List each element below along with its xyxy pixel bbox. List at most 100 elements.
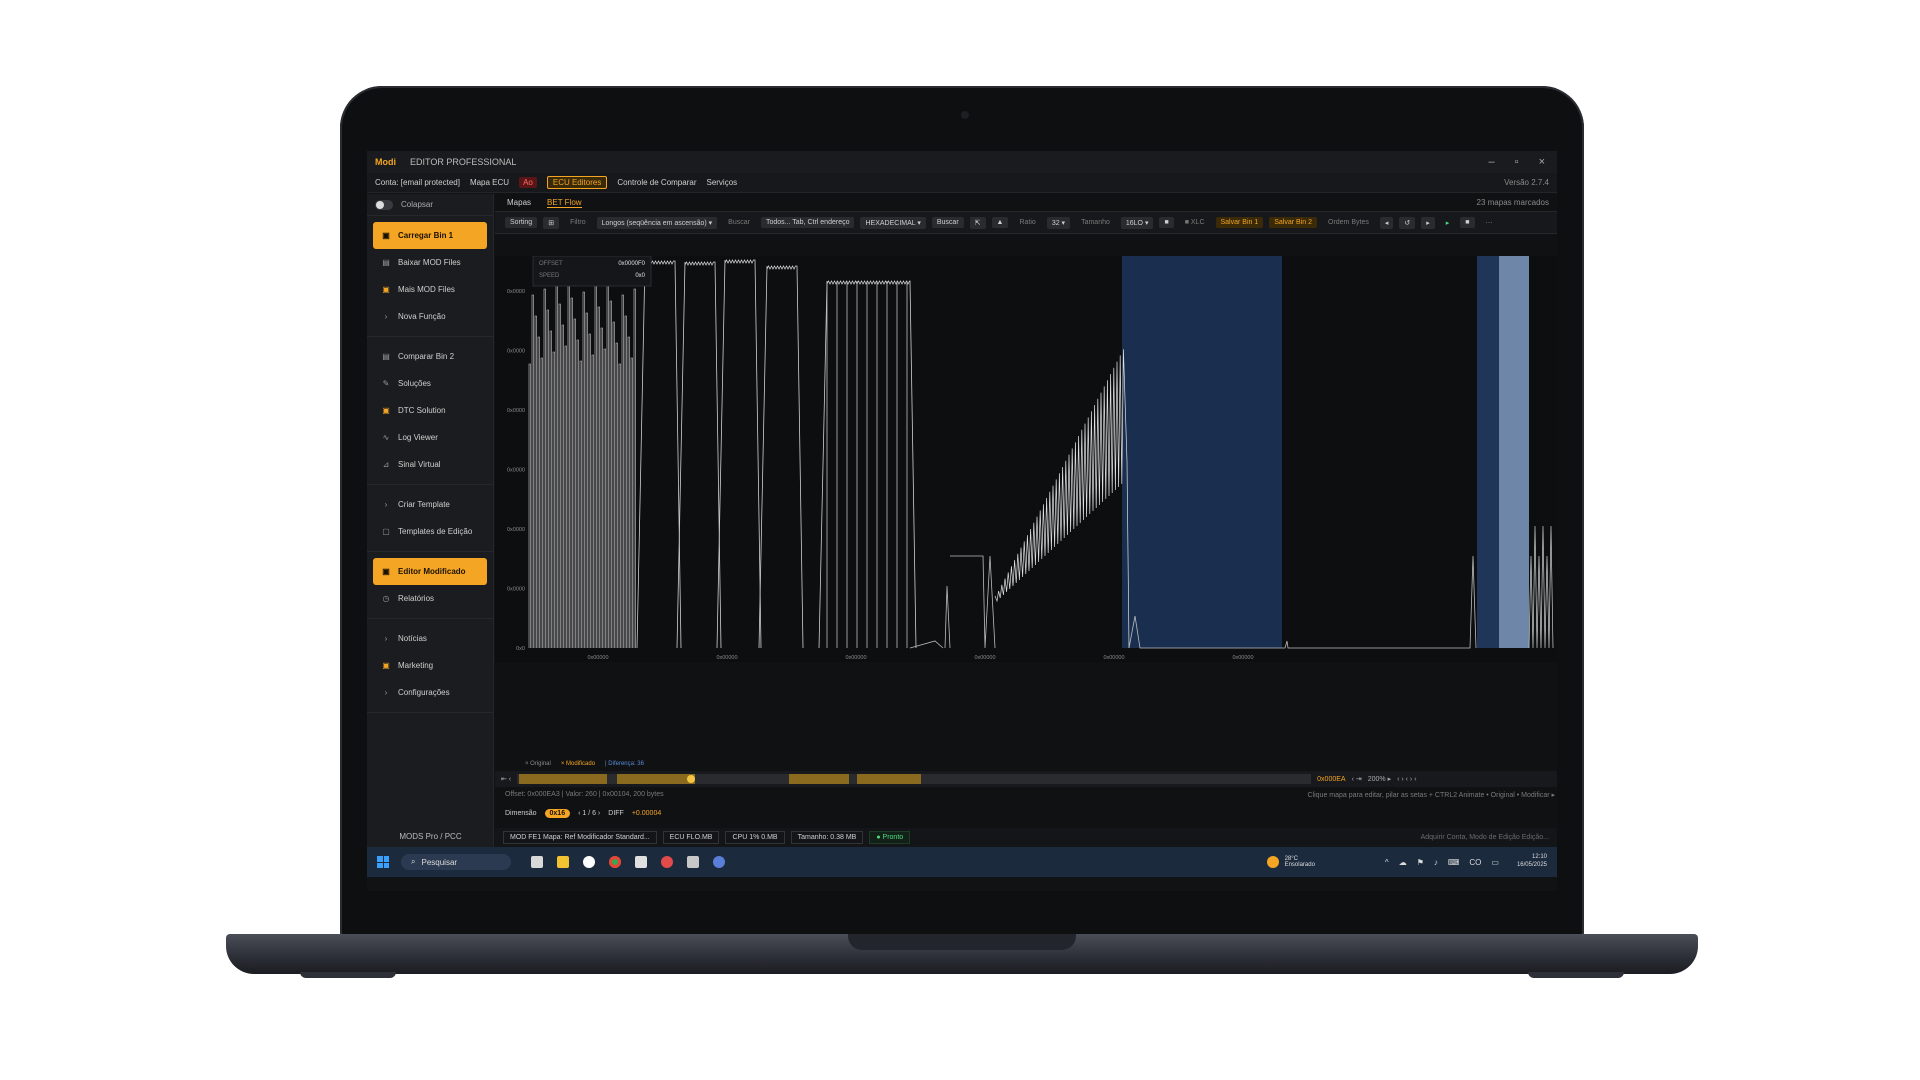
scroll-start-buttons[interactable]: ⇤ ‹ [501,775,511,783]
toolbar-control[interactable]: 16LO ▾ [1120,216,1154,229]
app-icon[interactable] [661,856,673,868]
news-icon: › [384,634,388,643]
menu-item[interactable]: Ao [519,177,537,188]
status-bar: MOD FE1 Mapa: Ref Modificador Standard..… [495,828,1557,847]
scroll-end-buttons[interactable]: ‹ ⇥ [1352,775,1362,783]
tray-icon[interactable]: ♪ [1434,858,1438,867]
compare-icon: ▤ [382,352,390,361]
toolbar-control[interactable]: ▸ [1441,217,1455,229]
clock[interactable]: 12:10 16/05/2025 [1517,854,1547,870]
sidebar-item[interactable]: ▣ Carregar Bin 1 [373,222,487,249]
main-panel: Mapas BET Flow 23 mapas marcados Sorting ⊞ F… [495,194,1557,847]
scroll-track[interactable] [517,774,1312,784]
sidebar: Colapsar ▣ Carregar Bin 1 ▤ Baixar MOD File… [367,194,494,847]
toolbar-control[interactable]: Todos... Tab, Ctrl endereço [760,217,855,228]
sidebar-item-label: Criar Template [398,500,450,509]
toolbar-control[interactable]: ↺ [1399,216,1416,229]
collapse-toggle-row[interactable]: Colapsar [367,194,493,216]
sidebar-item[interactable]: ▣ Editor Modificado [373,558,487,585]
tab[interactable]: BET Flow [547,198,582,208]
taskbar-search[interactable]: ⌕ Pesquisar [401,854,511,870]
sidebar-item[interactable]: › Configurações [373,679,487,706]
chrome-icon[interactable] [609,856,621,868]
menu-item[interactable]: ECU Editores [546,176,608,189]
sidebar-item[interactable]: ◷ Relatórios [373,585,487,612]
weather-widget[interactable]: 28°C Ensolarado [1266,856,1315,868]
timeline-scrollbar[interactable]: ⇤ ‹ 0x000EA ‹ ⇥ 200% ▸ ‹ › ‹ › ‹ [495,771,1557,787]
toolbar-control[interactable]: ⇱ [969,216,986,229]
tray-icon[interactable]: ^ [1385,858,1389,867]
sidebar-item[interactable]: ⊿ Sinal Virtual [373,451,487,478]
toolbar-control[interactable]: ⊞ [543,216,560,229]
browser-icon[interactable] [583,856,595,868]
menu-item[interactable]: Mapa ECU [470,178,509,187]
app-icon[interactable] [635,856,647,868]
minimize-button[interactable]: – [1489,156,1495,168]
start-button[interactable] [377,856,389,868]
sidebar-item[interactable]: › Nova Função [373,303,487,330]
sidebar-item-label: Log Viewer [398,433,438,442]
legend-modified[interactable]: × Modificado [561,761,595,767]
collapse-toggle[interactable] [375,199,393,210]
toolbar-control[interactable]: ◂ [1379,216,1394,229]
tab[interactable]: Mapas [507,198,531,207]
app-icon[interactable] [687,856,699,868]
diff-label: DIFF [608,810,624,817]
waveform-plot[interactable]: OFFSET 0x0000F0 SPEED 0x0 0x0000 0x0000 0x… [495,256,1557,662]
toolbar-control: Ordem Bytes [1328,219,1369,226]
dimension-pager[interactable]: ‹ 1 / 6 › [578,810,600,817]
toolbar-control[interactable]: Buscar [931,217,964,228]
sidebar-item[interactable]: ▣ DTC Solution [373,397,487,424]
toolbar-control[interactable]: ■ [1460,217,1475,228]
search-icon: ⌕ [411,857,416,866]
task-view-icon[interactable] [531,856,543,868]
tray-icon[interactable]: ⌨ [1448,858,1460,867]
dimension-label: Dimensão [505,810,537,817]
offset-info: Offset: 0x000EA3 | Valor: 260 | 0x00104,… [505,791,664,798]
toolbar-control[interactable]: Longos (seqüência em ascensão) ▾ [596,216,718,229]
sidebar-item[interactable]: ▤ Comparar Bin 2 [373,343,487,370]
sidebar-item[interactable]: › Notícias [373,625,487,652]
toolbar-control[interactable]: ▸ [1421,216,1435,229]
toolbar-control[interactable]: ■ [1159,217,1174,228]
tray-icon[interactable]: ▭ [1491,858,1499,867]
dimension-badge[interactable]: 0x16 [544,809,571,818]
menu-item[interactable]: Controle de Comparar [617,178,696,187]
toolbar-control[interactable]: Salvar Bin 2 [1269,217,1317,228]
file-explorer-icon[interactable] [557,856,569,868]
highlight-band [1122,256,1282,648]
sidebar-item[interactable]: › Criar Template [373,491,487,518]
toolbar-control[interactable]: 32 ▾ [1046,216,1071,229]
status-item: Tamanho: 0.38 MB [790,831,864,844]
tray-icon[interactable]: CO [1469,858,1481,867]
diff-value: +0.00004 [631,810,662,817]
toolbar-control: Buscar [728,219,750,226]
highlight-band-narrow [1477,256,1499,648]
tray-icon[interactable]: ☁ [1399,858,1407,867]
page-nav-buttons[interactable]: ‹ › ‹ › ‹ [1397,776,1416,783]
y-tick-label: 0x0000 [507,468,525,474]
app-icon[interactable] [713,856,725,868]
sidebar-item[interactable]: ✎ Soluções [373,370,487,397]
sidebar-item[interactable]: ▢ Templates de Edição [373,518,487,545]
document-icon: ▢ [382,527,390,536]
marked-maps-count: 23 mapas marcados [1476,198,1549,207]
sidebar-item[interactable]: ▣ Marketing [373,652,487,679]
legend-original[interactable]: × Original [525,761,551,767]
app-logo: Modi [375,157,396,167]
maximize-button[interactable]: ▫ [1515,156,1519,168]
sidebar-item-label: DTC Solution [398,406,446,415]
close-button[interactable]: × [1539,156,1545,168]
tray-icon[interactable]: ⚑ [1417,858,1424,867]
account-label[interactable]: Conta: [email protected] [375,178,460,187]
sidebar-item[interactable]: ▣ Mais MOD Files [373,276,487,303]
sidebar-item[interactable]: ∿ Log Viewer [373,424,487,451]
sidebar-item[interactable]: ▤ Baixar MOD Files [373,249,487,276]
toolbar-control[interactable]: HEXADECIMAL ▾ [860,216,926,229]
toolbar-control[interactable]: Sorting [505,217,538,228]
toolbar-control[interactable]: Salvar Bin 1 [1215,217,1264,228]
y-tick-label: 0x0 [516,646,525,652]
zoom-level[interactable]: 200% ▸ [1368,775,1391,783]
menu-item[interactable]: Serviços [706,178,737,187]
toolbar-control[interactable]: ▲ [991,217,1009,228]
